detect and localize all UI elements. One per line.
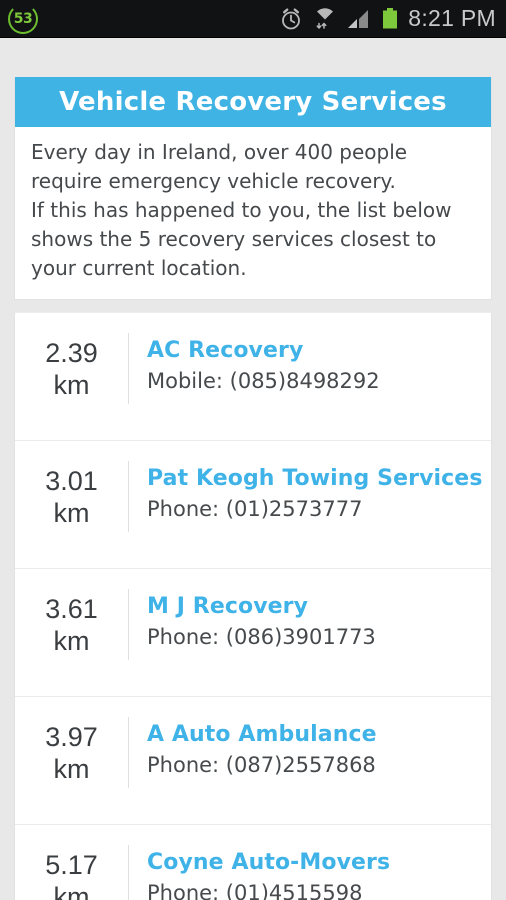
distance-unit: km [53,497,90,528]
distance-unit: km [53,882,90,900]
page-content: Vehicle Recovery Services Every day in I… [0,38,506,900]
recovery-services-list: 2.39 km AC Recovery Mobile: (085)8498292… [14,312,492,900]
distance-value: 2.39 [45,337,98,368]
signal-icon [348,9,369,28]
distance-block: 3.97 km [15,697,128,824]
service-phone[interactable]: Phone: (01)2573777 [147,494,491,524]
service-phone[interactable]: Phone: (086)3901773 [147,622,491,652]
service-details: AC Recovery Mobile: (085)8498292 [129,313,491,440]
service-details: M J Recovery Phone: (086)3901773 [129,569,491,696]
list-item[interactable]: 3.97 km A Auto Ambulance Phone: (087)255… [15,697,491,825]
alarm-icon [282,7,301,29]
service-phone[interactable]: Mobile: (085)8498292 [147,366,491,396]
notification-badge-icon: 53 [8,3,38,34]
service-details: Pat Keogh Towing Services Phone: (01)257… [129,441,491,568]
distance-block: 3.61 km [15,569,128,696]
intro-paragraph-2: If this has happened to you, the list be… [31,198,452,280]
intro-card: Vehicle Recovery Services Every day in I… [14,77,492,300]
intro-text: Every day in Ireland, over 400 people re… [15,127,491,299]
service-phone[interactable]: Phone: (01)4515598 [147,878,491,900]
distance-unit: km [53,753,90,784]
status-bar-clock: 8:21 PM [408,5,496,31]
list-item[interactable]: 3.01 km Pat Keogh Towing Services Phone:… [15,441,491,569]
distance-unit: km [53,625,90,656]
distance-block: 2.39 km [15,313,128,440]
status-bar-icons [278,6,399,32]
wifi-icon [316,7,334,29]
service-name-link[interactable]: Coyne Auto-Movers [147,849,491,877]
distance-value: 3.97 [45,721,98,752]
list-item[interactable]: 5.17 km Coyne Auto-Movers Phone: (01)451… [15,825,491,900]
service-name-link[interactable]: A Auto Ambulance [147,721,491,749]
list-item[interactable]: 2.39 km AC Recovery Mobile: (085)8498292 [15,313,491,441]
status-bar: 53 8:21 PM [0,0,506,38]
intro-paragraph-1: Every day in Ireland, over 400 people re… [31,140,408,193]
top-spacer [14,38,492,77]
service-name-link[interactable]: Pat Keogh Towing Services [147,465,491,493]
distance-value: 5.17 [45,850,98,880]
page-title: Vehicle Recovery Services [59,87,447,117]
card-spacer [14,300,492,312]
distance-unit: km [53,369,90,400]
service-name-link[interactable]: AC Recovery [147,337,491,365]
distance-block: 3.01 km [15,441,128,568]
list-item[interactable]: 3.61 km M J Recovery Phone: (086)3901773 [15,569,491,697]
notification-badge-count: 53 [13,10,33,27]
distance-value: 3.61 [45,593,98,624]
distance-value: 3.01 [45,465,98,496]
distance-block: 5.17 km [15,825,128,900]
service-phone[interactable]: Phone: (087)2557868 [147,750,491,780]
service-details: A Auto Ambulance Phone: (087)2557868 [129,697,491,824]
service-name-link[interactable]: M J Recovery [147,593,491,621]
page-header: Vehicle Recovery Services [15,77,491,127]
service-details: Coyne Auto-Movers Phone: (01)4515598 [129,825,491,900]
battery-icon [383,7,398,28]
